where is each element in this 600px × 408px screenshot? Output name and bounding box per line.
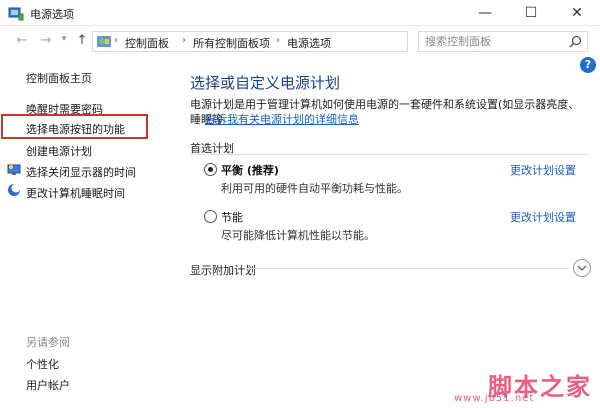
plan-power-saver-radio[interactable] <box>204 210 217 223</box>
sidebar-control-panel-home[interactable]: 控制面板主页 <box>26 70 92 86</box>
plan-balanced-description: 利用可用的硬件自动平衡功耗与性能。 <box>221 182 408 195</box>
plan-power-saver-name[interactable]: 节能 <box>221 209 243 225</box>
show-additional-plans-label[interactable]: 显示附加计划 <box>190 262 256 278</box>
up-arrow-icon[interactable]: ↑ <box>74 33 90 48</box>
close-button[interactable]: ✕ <box>554 0 600 26</box>
highlight-box <box>1 114 148 139</box>
see-also-personalization[interactable]: 个性化 <box>26 356 59 372</box>
recent-locations-chevron-down-icon[interactable]: ▾ <box>56 34 72 44</box>
search-box[interactable] <box>418 31 588 52</box>
sidebar-item-display-timeout[interactable]: 选择关闭显示器的时间 <box>26 164 136 180</box>
plan-balanced-change-settings-link[interactable]: 更改计划设置 <box>510 162 576 178</box>
minimize-icon: — <box>478 5 492 21</box>
section-divider <box>245 268 570 269</box>
monitor-icon <box>7 164 21 175</box>
plan-power-saver-description: 尽可能降低计算机性能以节能。 <box>221 229 375 242</box>
minimize-button[interactable]: — <box>462 0 508 26</box>
breadcrumb-all-items[interactable]: 所有控制面板项 <box>193 35 270 51</box>
window-title: 电源选项 <box>30 8 74 21</box>
forward-icon[interactable]: → <box>38 33 54 48</box>
moon-icon <box>8 183 21 196</box>
close-icon: ✕ <box>571 5 583 21</box>
breadcrumb-separator: › <box>114 35 118 46</box>
title-bar: 电源选项 — ☐ ✕ <box>0 0 600 26</box>
expand-additional-plans-button[interactable] <box>573 259 591 277</box>
see-also-title: 另请参阅 <box>26 336 70 349</box>
help-icon[interactable]: ? <box>580 57 596 73</box>
plan-power-saver-change-settings-link[interactable]: 更改计划设置 <box>510 209 576 225</box>
search-icon[interactable] <box>569 35 582 48</box>
sidebar-item-create-plan[interactable]: 创建电源计划 <box>26 143 92 159</box>
power-plan-info-link[interactable]: 告诉我有关电源计划的详细信息 <box>205 111 359 127</box>
breadcrumb-separator: › <box>276 35 280 46</box>
page-title: 选择或自定义电源计划 <box>190 74 341 92</box>
back-icon[interactable]: ← <box>14 33 30 48</box>
maximize-icon: ☐ <box>524 5 538 21</box>
watermark-url: www.jb51.net <box>454 393 535 404</box>
section-divider <box>190 154 590 155</box>
plan-balanced-radio[interactable] <box>204 163 217 176</box>
breadcrumb-control-panel[interactable]: 控制面板 <box>125 35 169 51</box>
power-options-icon <box>8 7 24 21</box>
plan-balanced-name[interactable]: 平衡 (推荐) <box>221 162 279 178</box>
breadcrumb-power-options[interactable]: 电源选项 <box>287 35 331 51</box>
breadcrumb-separator: › <box>182 35 186 46</box>
control-panel-icon <box>97 36 111 47</box>
search-input[interactable] <box>425 32 565 51</box>
navigation-bar: ← → ▾ ↑ › 控制面板 › 所有控制面板项 › 电源选项 ▾ ↻ <box>0 27 600 55</box>
sidebar-item-sleep-time[interactable]: 更改计算机睡眠时间 <box>26 185 125 201</box>
chevron-down-icon <box>577 265 587 271</box>
see-also-user-accounts[interactable]: 用户帐户 <box>26 377 70 393</box>
address-bar[interactable]: › 控制面板 › 所有控制面板项 › 电源选项 ▾ ↻ <box>92 31 496 53</box>
maximize-button[interactable]: ☐ <box>508 0 554 26</box>
